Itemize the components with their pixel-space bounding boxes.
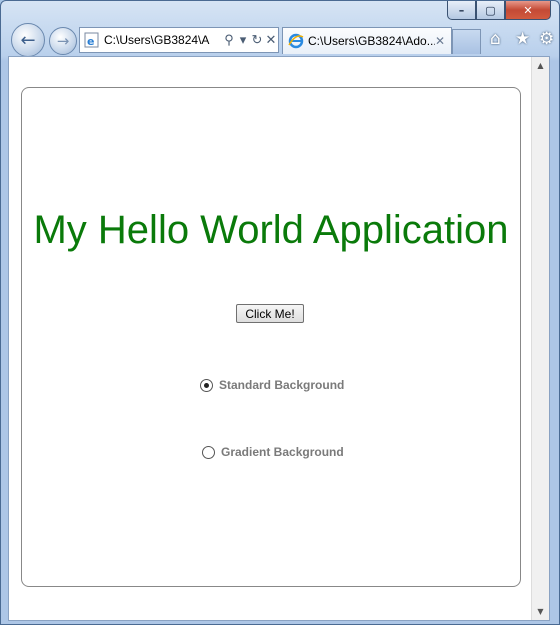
radio-standard[interactable]: [200, 378, 213, 392]
ie-logo-icon: [288, 33, 304, 49]
new-tab-button[interactable]: [452, 29, 481, 54]
search-icon[interactable]: ⚲: [222, 32, 236, 48]
ie-page-icon: e: [84, 32, 99, 48]
standard-background-label: Standard Background: [219, 378, 345, 392]
browser-window: – ▢ ✕ ← → e C:\Users\GB3824\A ⚲ ▾ ↻ ✕ C:…: [0, 0, 560, 625]
app-panel: My Hello World Application Click Me! Sta…: [21, 87, 521, 587]
scroll-up-icon[interactable]: ▲: [532, 57, 549, 74]
address-text[interactable]: C:\Users\GB3824\A: [104, 33, 222, 47]
address-bar[interactable]: e C:\Users\GB3824\A ⚲ ▾ ↻ ✕: [79, 27, 279, 53]
scroll-down-icon[interactable]: ▼: [532, 603, 549, 620]
forward-arrow-icon: →: [56, 32, 70, 50]
tab-title: C:\Users\GB3824\Ado...: [308, 34, 435, 48]
page-viewport: My Hello World Application Click Me! Sta…: [8, 56, 550, 621]
standard-background-option[interactable]: Standard Background: [200, 378, 344, 392]
browser-tab[interactable]: C:\Users\GB3824\Ado... ✕: [282, 27, 452, 54]
radio-selected-dot: [204, 382, 209, 388]
refresh-icon[interactable]: ↻: [250, 32, 264, 48]
maximize-button[interactable]: ▢: [476, 1, 505, 20]
tab-close-icon[interactable]: ✕: [435, 34, 451, 48]
back-button[interactable]: ←: [11, 23, 45, 57]
stop-icon[interactable]: ✕: [264, 32, 278, 48]
back-arrow-icon: ←: [20, 29, 36, 51]
home-icon[interactable]: ⌂: [490, 29, 501, 49]
tools-gear-icon[interactable]: ⚙: [539, 29, 554, 49]
radio-gradient[interactable]: [202, 445, 215, 459]
dropdown-icon[interactable]: ▾: [236, 32, 250, 48]
forward-button[interactable]: →: [49, 27, 77, 55]
click-me-button[interactable]: Click Me!: [236, 304, 304, 323]
vertical-scrollbar[interactable]: ▲ ▼: [531, 57, 549, 620]
close-button[interactable]: ✕: [505, 1, 551, 20]
favorites-star-icon[interactable]: ★: [515, 29, 530, 49]
gradient-background-option[interactable]: Gradient Background: [202, 445, 344, 459]
window-caption-buttons: – ▢ ✕: [447, 1, 551, 20]
gradient-background-label: Gradient Background: [221, 445, 344, 459]
minimize-button[interactable]: –: [447, 1, 476, 20]
app-title: My Hello World Application: [33, 208, 509, 252]
svg-text:e: e: [87, 35, 94, 48]
